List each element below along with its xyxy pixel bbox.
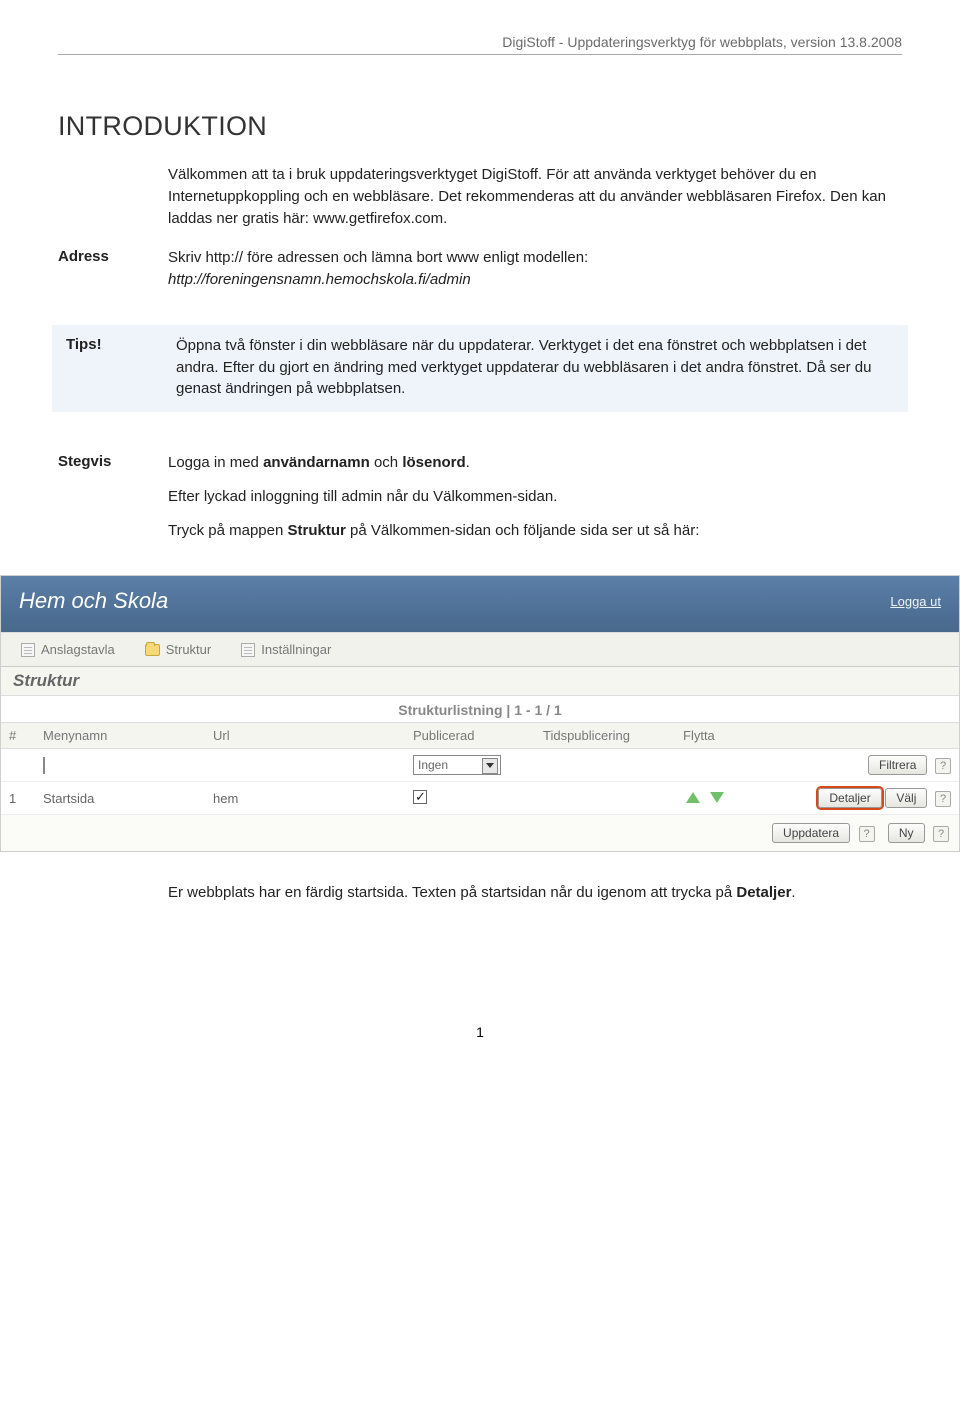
page-number: 1 [58, 1024, 902, 1040]
stegvis-l1d: lösenord [402, 454, 465, 471]
admin-screenshot: Hem och Skola Logga ut Anslagstavla Stru… [0, 575, 960, 852]
row-num: 1 [1, 782, 35, 815]
help-icon[interactable]: ? [933, 826, 949, 842]
after-paragraph: Er webbplats har en färdig startsida. Te… [168, 882, 902, 904]
after-a: Er webbplats har en färdig startsida. Te… [168, 884, 736, 901]
panel-title: Struktur [1, 667, 959, 696]
tab-bar: Anslagstavla Struktur Inställningar [1, 632, 959, 667]
stegvis-l1c: och [370, 454, 403, 471]
app-banner: Hem och Skola Logga ut [1, 576, 959, 632]
after-b: Detaljer [736, 884, 791, 901]
tab-installningar[interactable]: Inställningar [233, 639, 339, 660]
move-up-icon[interactable] [686, 792, 700, 803]
filter-button[interactable]: Filtrera [868, 755, 927, 775]
stegvis-line-1: Logga in med användarnamn och lösenord. [168, 452, 902, 474]
col-time: Tidspublicering [535, 723, 675, 749]
stegvis-l1e: . [466, 454, 470, 471]
col-move: Flytta [675, 723, 765, 749]
tab-label-3: Inställningar [261, 642, 331, 657]
tab-label-1: Anslagstavla [41, 642, 115, 657]
help-icon[interactable]: ? [859, 826, 875, 842]
ny-button[interactable]: Ny [888, 823, 925, 843]
intro-label-empty [58, 164, 168, 229]
adress-body: Skriv http:// före adressen och lämna bo… [168, 247, 902, 291]
document-header: DigiStoff - Uppdateringsverktyg för webb… [58, 34, 902, 55]
filter-publicerad-select[interactable]: Ingen [413, 755, 501, 775]
select-value: Ingen [418, 758, 448, 772]
table-action-bar: Uppdatera ? Ny ? [1, 815, 959, 851]
adress-label: Adress [58, 247, 168, 291]
adress-text: Skriv http:// före adressen och lämna bo… [168, 249, 588, 266]
list-caption: Strukturlistning | 1 - 1 / 1 [1, 696, 959, 722]
folder-icon [145, 644, 160, 656]
col-name: Menynamn [35, 723, 205, 749]
stegvis-l1a: Logga in med [168, 454, 263, 471]
col-num: # [1, 723, 35, 749]
tab-label-2: Struktur [166, 642, 212, 657]
help-icon[interactable]: ? [935, 791, 951, 807]
tips-text: Öppna två fönster i din webbläsare när d… [176, 335, 894, 400]
adress-url: http://foreningensnamn.hemochskola.fi/ad… [168, 271, 471, 288]
sheet-icon [21, 643, 35, 657]
logout-link[interactable]: Logga ut [890, 594, 941, 609]
stegvis-l1b: användarnamn [263, 454, 370, 471]
stegvis-line-3: Tryck på mappen Struktur på Välkommen-si… [168, 520, 902, 542]
row-name: Startsida [35, 782, 205, 815]
stegvis-l3a: Tryck på mappen [168, 522, 288, 539]
stegvis-line-2: Efter lyckad inloggning till admin når d… [168, 486, 902, 508]
col-actions [765, 723, 959, 749]
publicerad-checkbox[interactable] [413, 790, 427, 804]
page-title: INTRODUKTION [58, 111, 902, 142]
detaljer-button[interactable]: Detaljer [818, 788, 881, 808]
tab-struktur[interactable]: Struktur [137, 639, 220, 660]
stegvis-l3c: på Välkommen-sidan och följande sida ser… [346, 522, 700, 539]
col-pub: Publicerad [405, 723, 535, 749]
chevron-down-icon [486, 763, 494, 768]
col-url: Url [205, 723, 405, 749]
intro-paragraph: Välkommen att ta i bruk uppdateringsverk… [168, 164, 902, 229]
tips-label: Tips! [66, 335, 176, 400]
valj-button[interactable]: Välj [885, 788, 927, 808]
row-url: hem [205, 782, 405, 815]
filter-name-input[interactable] [43, 757, 45, 774]
stegvis-label: Stegvis [58, 452, 168, 553]
tab-anslagstavla[interactable]: Anslagstavla [13, 639, 123, 660]
app-title: Hem och Skola [19, 588, 168, 614]
uppdatera-button[interactable]: Uppdatera [772, 823, 850, 843]
after-label-empty [58, 882, 168, 904]
sheet-icon [241, 643, 255, 657]
help-icon[interactable]: ? [935, 758, 951, 774]
stegvis-l3b: Struktur [288, 522, 346, 539]
struktur-table: # Menynamn Url Publicerad Tidspublicerin… [1, 722, 959, 815]
move-down-icon[interactable] [710, 792, 724, 803]
after-c: . [791, 884, 795, 901]
